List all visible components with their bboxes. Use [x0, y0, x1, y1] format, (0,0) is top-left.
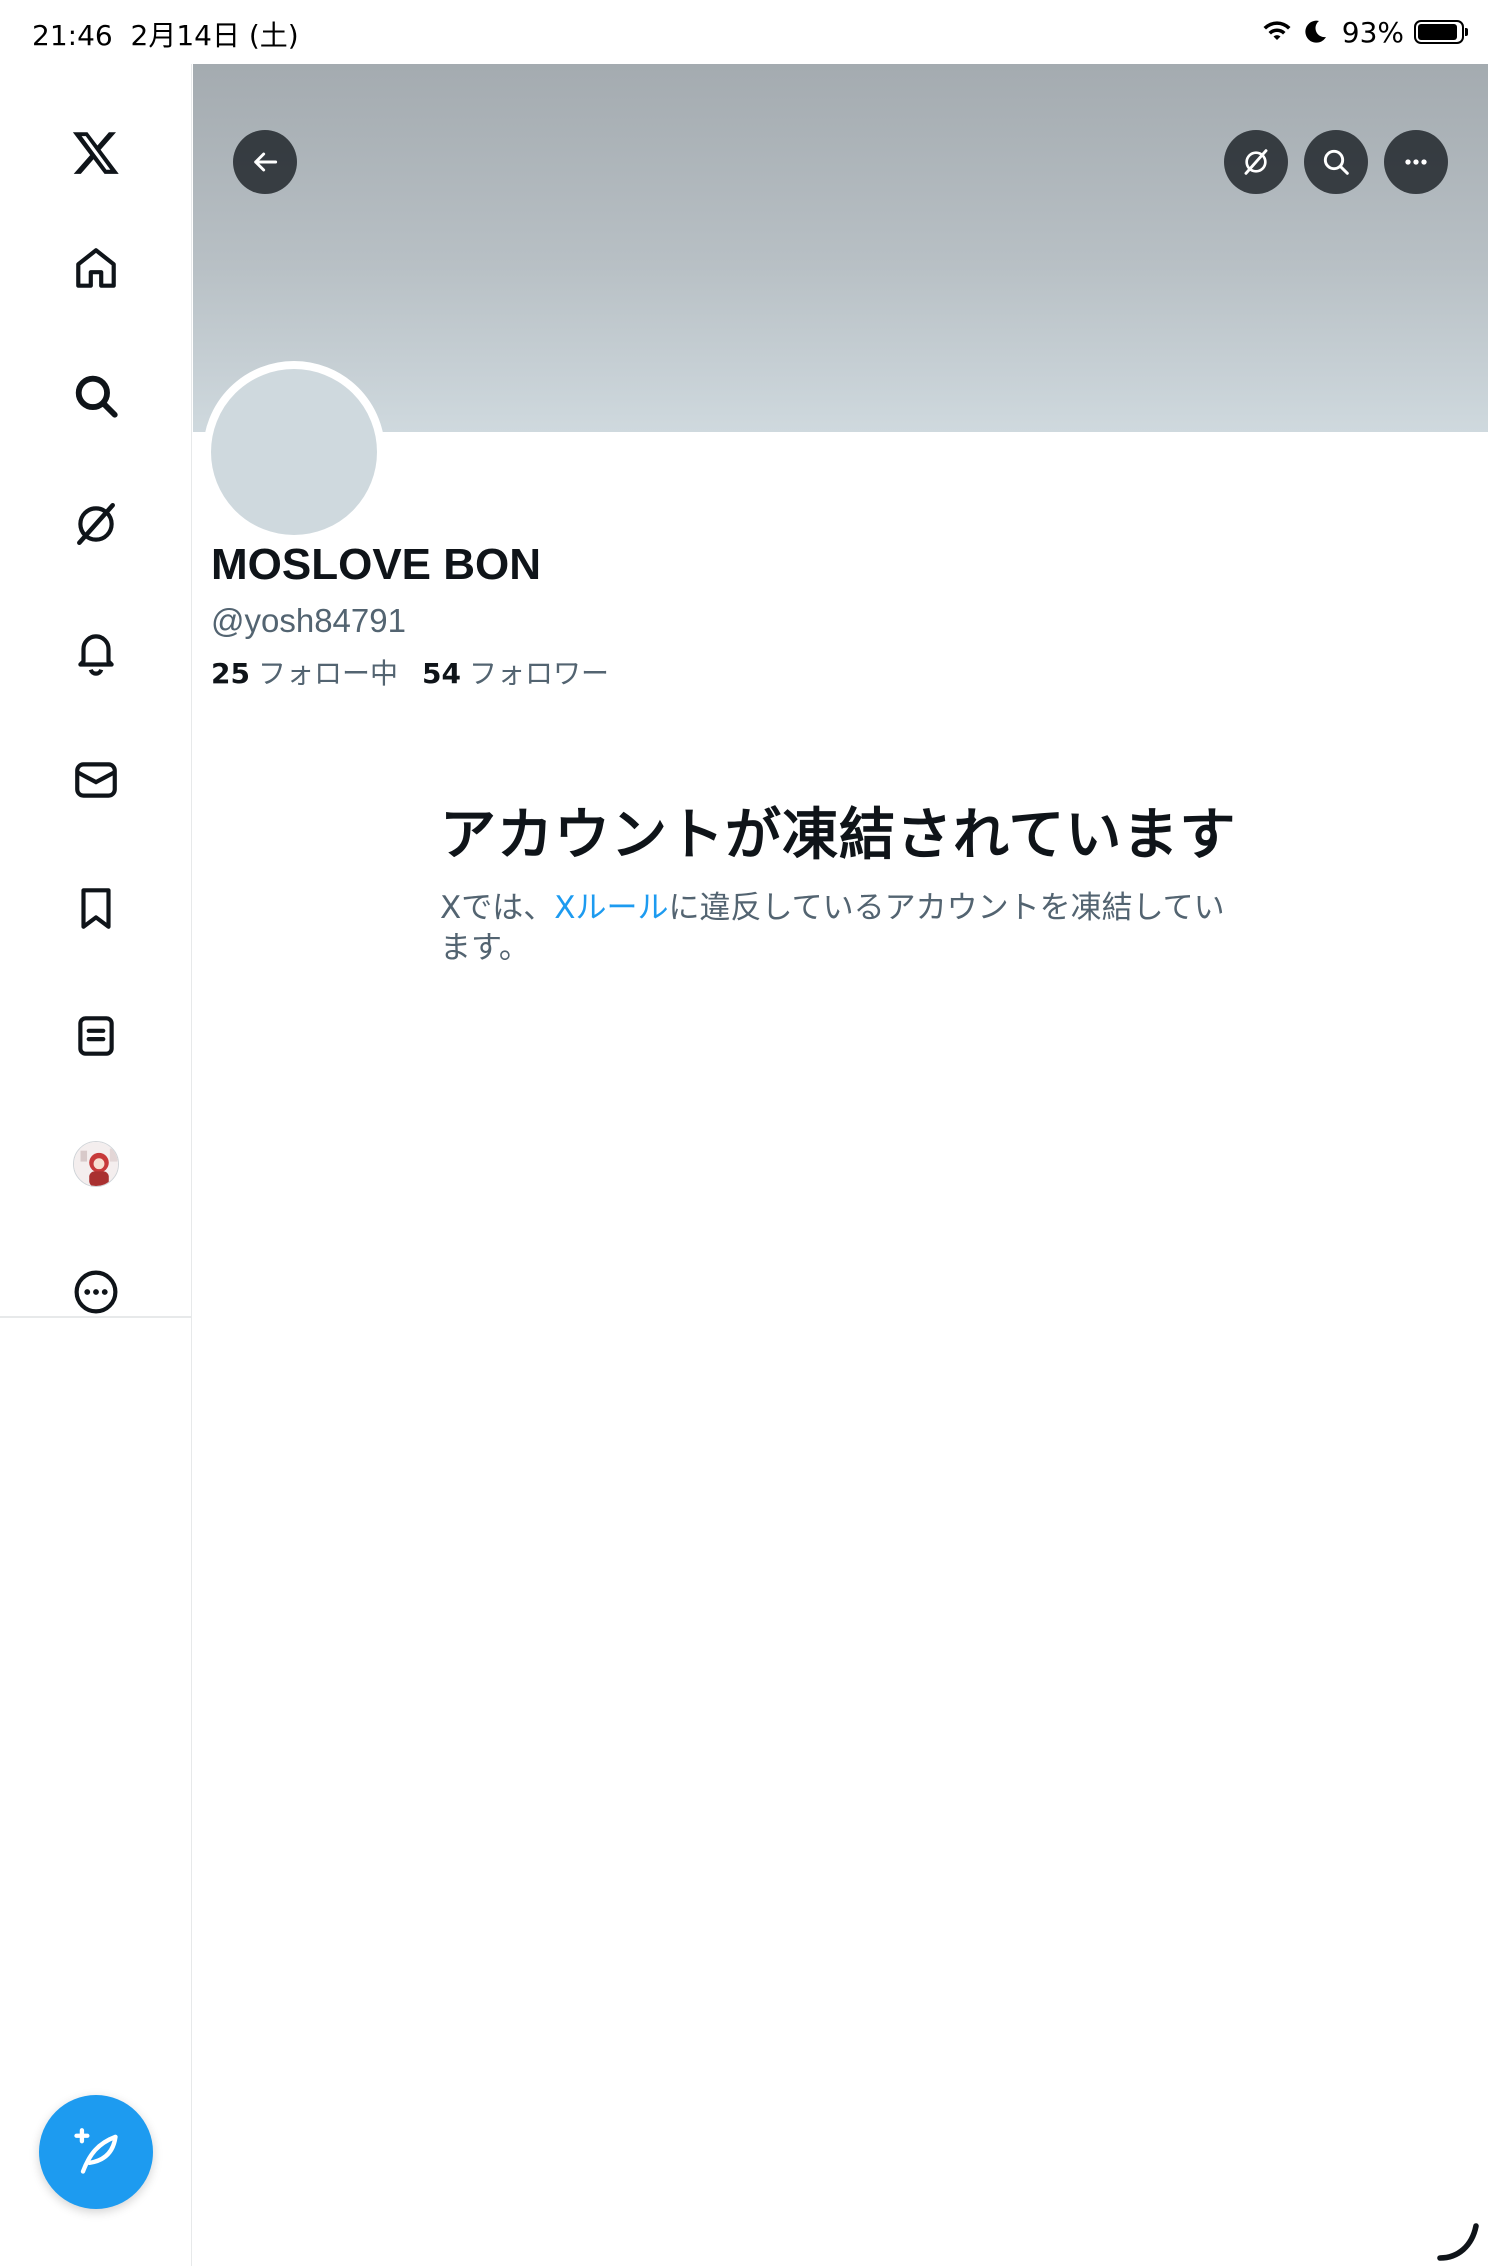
sidebar-item-grok[interactable]	[56, 484, 136, 564]
profile-display-name: MOSLOVE BON	[211, 540, 542, 589]
profile-banner	[193, 64, 1488, 432]
status-bar: 21:46 2月14日 (土) 93%	[0, 0, 1488, 64]
moon-icon	[1305, 20, 1326, 43]
notifications-icon	[78, 634, 114, 676]
followers-link[interactable]: 54 フォロワー	[422, 652, 609, 692]
suspended-notice: アカウントが凍結されています Xでは、Xルールに違反しているアカウントを凍結して…	[440, 800, 1240, 968]
loading-spinner-icon	[1437, 2223, 1479, 2261]
sidebar-item-x-logo[interactable]	[56, 112, 136, 192]
profile-avatar-icon	[73, 1141, 119, 1187]
battery-percent: 93%	[1341, 15, 1404, 49]
sidebar-item-search[interactable]	[56, 356, 136, 436]
following-label: フォロー中	[257, 657, 398, 690]
bookmarks-icon	[81, 888, 111, 929]
more-icon	[74, 1270, 118, 1314]
search-icon	[75, 375, 118, 418]
wifi-icon	[1263, 21, 1291, 40]
sidebar-item-bookmarks[interactable]	[56, 868, 136, 948]
lists-icon	[78, 1016, 114, 1056]
sidebar-item-home[interactable]	[56, 228, 136, 308]
battery-level	[1418, 24, 1458, 40]
back-button[interactable]	[233, 130, 297, 194]
following-count: 25	[211, 657, 250, 690]
sidebar-item-lists[interactable]	[56, 996, 136, 1076]
x-rules-link[interactable]: Xルール	[554, 890, 668, 926]
compose-post-button[interactable]	[39, 2095, 153, 2209]
profile-avatar[interactable]	[203, 361, 385, 543]
sidebar-item-profile[interactable]	[56, 1124, 136, 1204]
suspended-body-prefix: Xでは、	[440, 890, 555, 926]
followers-count: 54	[421, 657, 461, 690]
back-arrow-icon	[254, 152, 278, 172]
x-logo-icon	[72, 132, 119, 174]
grok-icon	[77, 502, 115, 546]
followers-label: フォロワー	[468, 657, 609, 690]
messages-icon	[75, 762, 117, 798]
suspended-body: Xでは、Xルールに違反しているアカウントを凍結しています。	[440, 888, 1240, 968]
more-options-icon	[1405, 159, 1427, 165]
header-search-button[interactable]	[1304, 130, 1368, 194]
sidebar-item-messages[interactable]	[56, 740, 136, 820]
following-link[interactable]: 25 フォロー中	[211, 652, 398, 692]
sidebar-item-notifications[interactable]	[56, 612, 136, 692]
profile-handle: @yosh84791	[211, 602, 406, 639]
sidebar-nav	[0, 64, 192, 2266]
search-icon	[1323, 149, 1349, 175]
profile-stats: 25 フォロー中 54 フォロワー	[211, 652, 609, 692]
compose-post-icon	[74, 2128, 118, 2174]
sidebar-divider	[0, 1316, 192, 1318]
home-icon	[76, 248, 116, 288]
status-date: 2月14日 (土)	[130, 19, 299, 52]
header-more-button[interactable]	[1384, 130, 1448, 194]
status-indicators: 93%	[1262, 12, 1468, 52]
status-time-date: 21:46 2月14日 (土)	[32, 14, 299, 54]
grok-icon	[1244, 149, 1268, 175]
sidebar-item-more[interactable]	[56, 1252, 136, 1332]
status-time: 21:46	[32, 19, 113, 52]
grok-button[interactable]	[1224, 130, 1288, 194]
battery-icon	[1414, 20, 1468, 44]
suspended-title: アカウントが凍結されています	[440, 803, 1237, 868]
